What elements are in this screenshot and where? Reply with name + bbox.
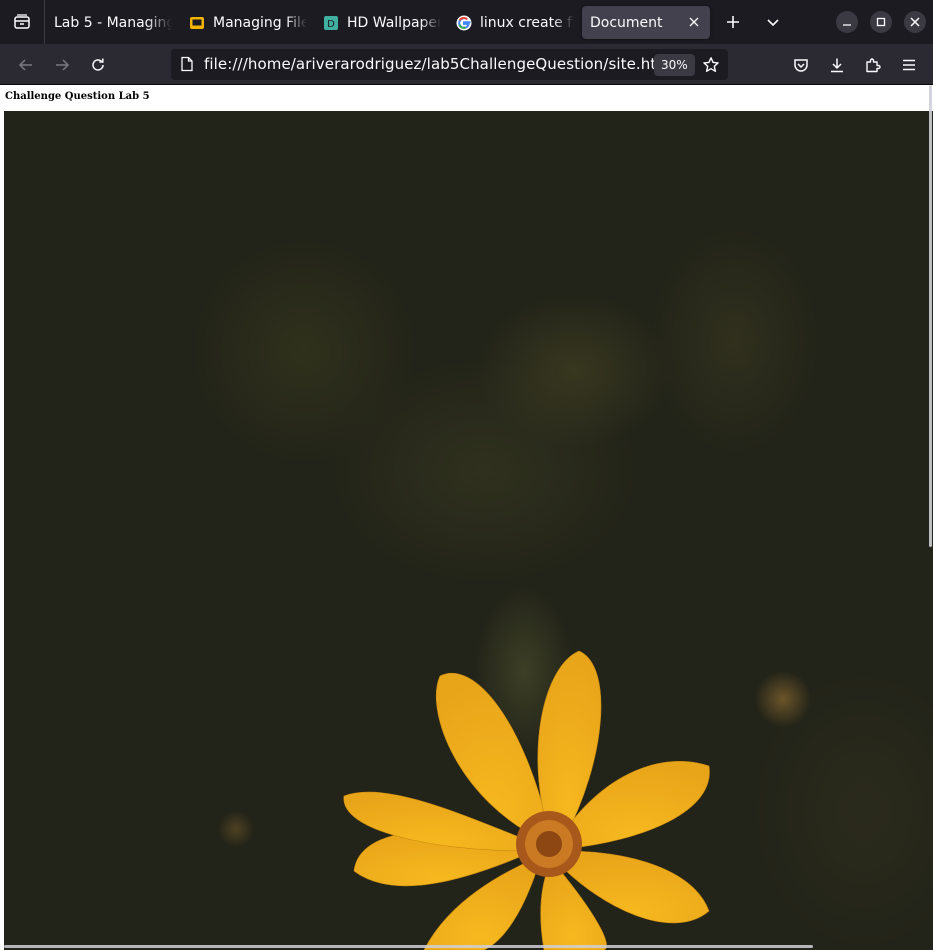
tab-label: Managing File [213,14,307,31]
new-tab-button[interactable] [721,10,745,34]
close-window-button[interactable] [904,11,926,33]
arrow-left-icon [18,59,32,71]
tab-hd-wallpaper[interactable]: D HD Wallpaper [323,6,441,39]
page-heading: Challenge Question Lab 5 [5,91,150,102]
url-text[interactable]: file:///home/ariverarodriguez/lab5Challe… [204,55,675,73]
forward-button[interactable] [49,52,75,78]
tab-managing-file[interactable]: Managing File [189,6,307,39]
minimize-icon [843,24,851,26]
reload-icon [92,58,104,71]
minimize-button[interactable] [836,11,858,33]
horizontal-scrollbar[interactable] [4,945,813,948]
navigation-toolbar: file:///home/ariverarodriguez/lab5Challe… [0,44,933,85]
puzzle-icon [866,58,881,73]
tab-label: Lab 5 - Managing [54,14,172,31]
plus-icon [727,16,739,28]
bookmark-star-icon[interactable] [702,56,720,74]
tab-label: Document [590,14,663,31]
svg-text:D: D [327,19,335,30]
tab-lab5-managing[interactable]: Lab 5 - Managing [54,6,172,39]
tab-document[interactable]: Document [582,6,710,39]
address-bar[interactable]: file:///home/ariverarodriguez/lab5Challe… [171,49,728,80]
firefox-view-icon [14,14,30,29]
yellow-flower-image [218,650,811,950]
back-button[interactable] [13,52,39,78]
page-content: Challenge Question Lab 5 [0,85,933,950]
close-tab-icon[interactable] [686,14,702,30]
tab-linux-create[interactable]: linux create fi [456,6,574,39]
tab-label: HD Wallpaper [347,14,441,31]
downloads-button[interactable] [824,52,850,78]
zoom-reset-button[interactable]: 30% [654,54,695,76]
flower-photo [4,111,933,950]
close-icon [910,17,920,27]
pocket-button[interactable] [788,52,814,78]
app-menu-button[interactable] [896,52,922,78]
pocket-icon [794,59,808,72]
tab-separator [44,0,45,44]
wallpaper-site-icon: D [323,15,339,31]
tab-strip: Lab 5 - Managing Managing File D HD Wall… [0,0,933,44]
download-icon [831,58,843,73]
firefox-view-button[interactable] [10,10,34,34]
maximize-button[interactable] [870,11,892,33]
reload-button[interactable] [85,52,111,78]
chevron-down-icon [767,19,779,27]
google-icon [456,15,472,31]
slides-icon [189,15,205,31]
tab-label: linux create fi [480,14,574,31]
extensions-button[interactable] [860,52,886,78]
arrow-right-icon [56,59,70,71]
list-all-tabs-button[interactable] [761,10,785,34]
maximize-icon [876,17,886,27]
vertical-scrollbar[interactable] [929,85,932,547]
page-icon [181,56,193,72]
hamburger-menu-icon [903,59,915,71]
